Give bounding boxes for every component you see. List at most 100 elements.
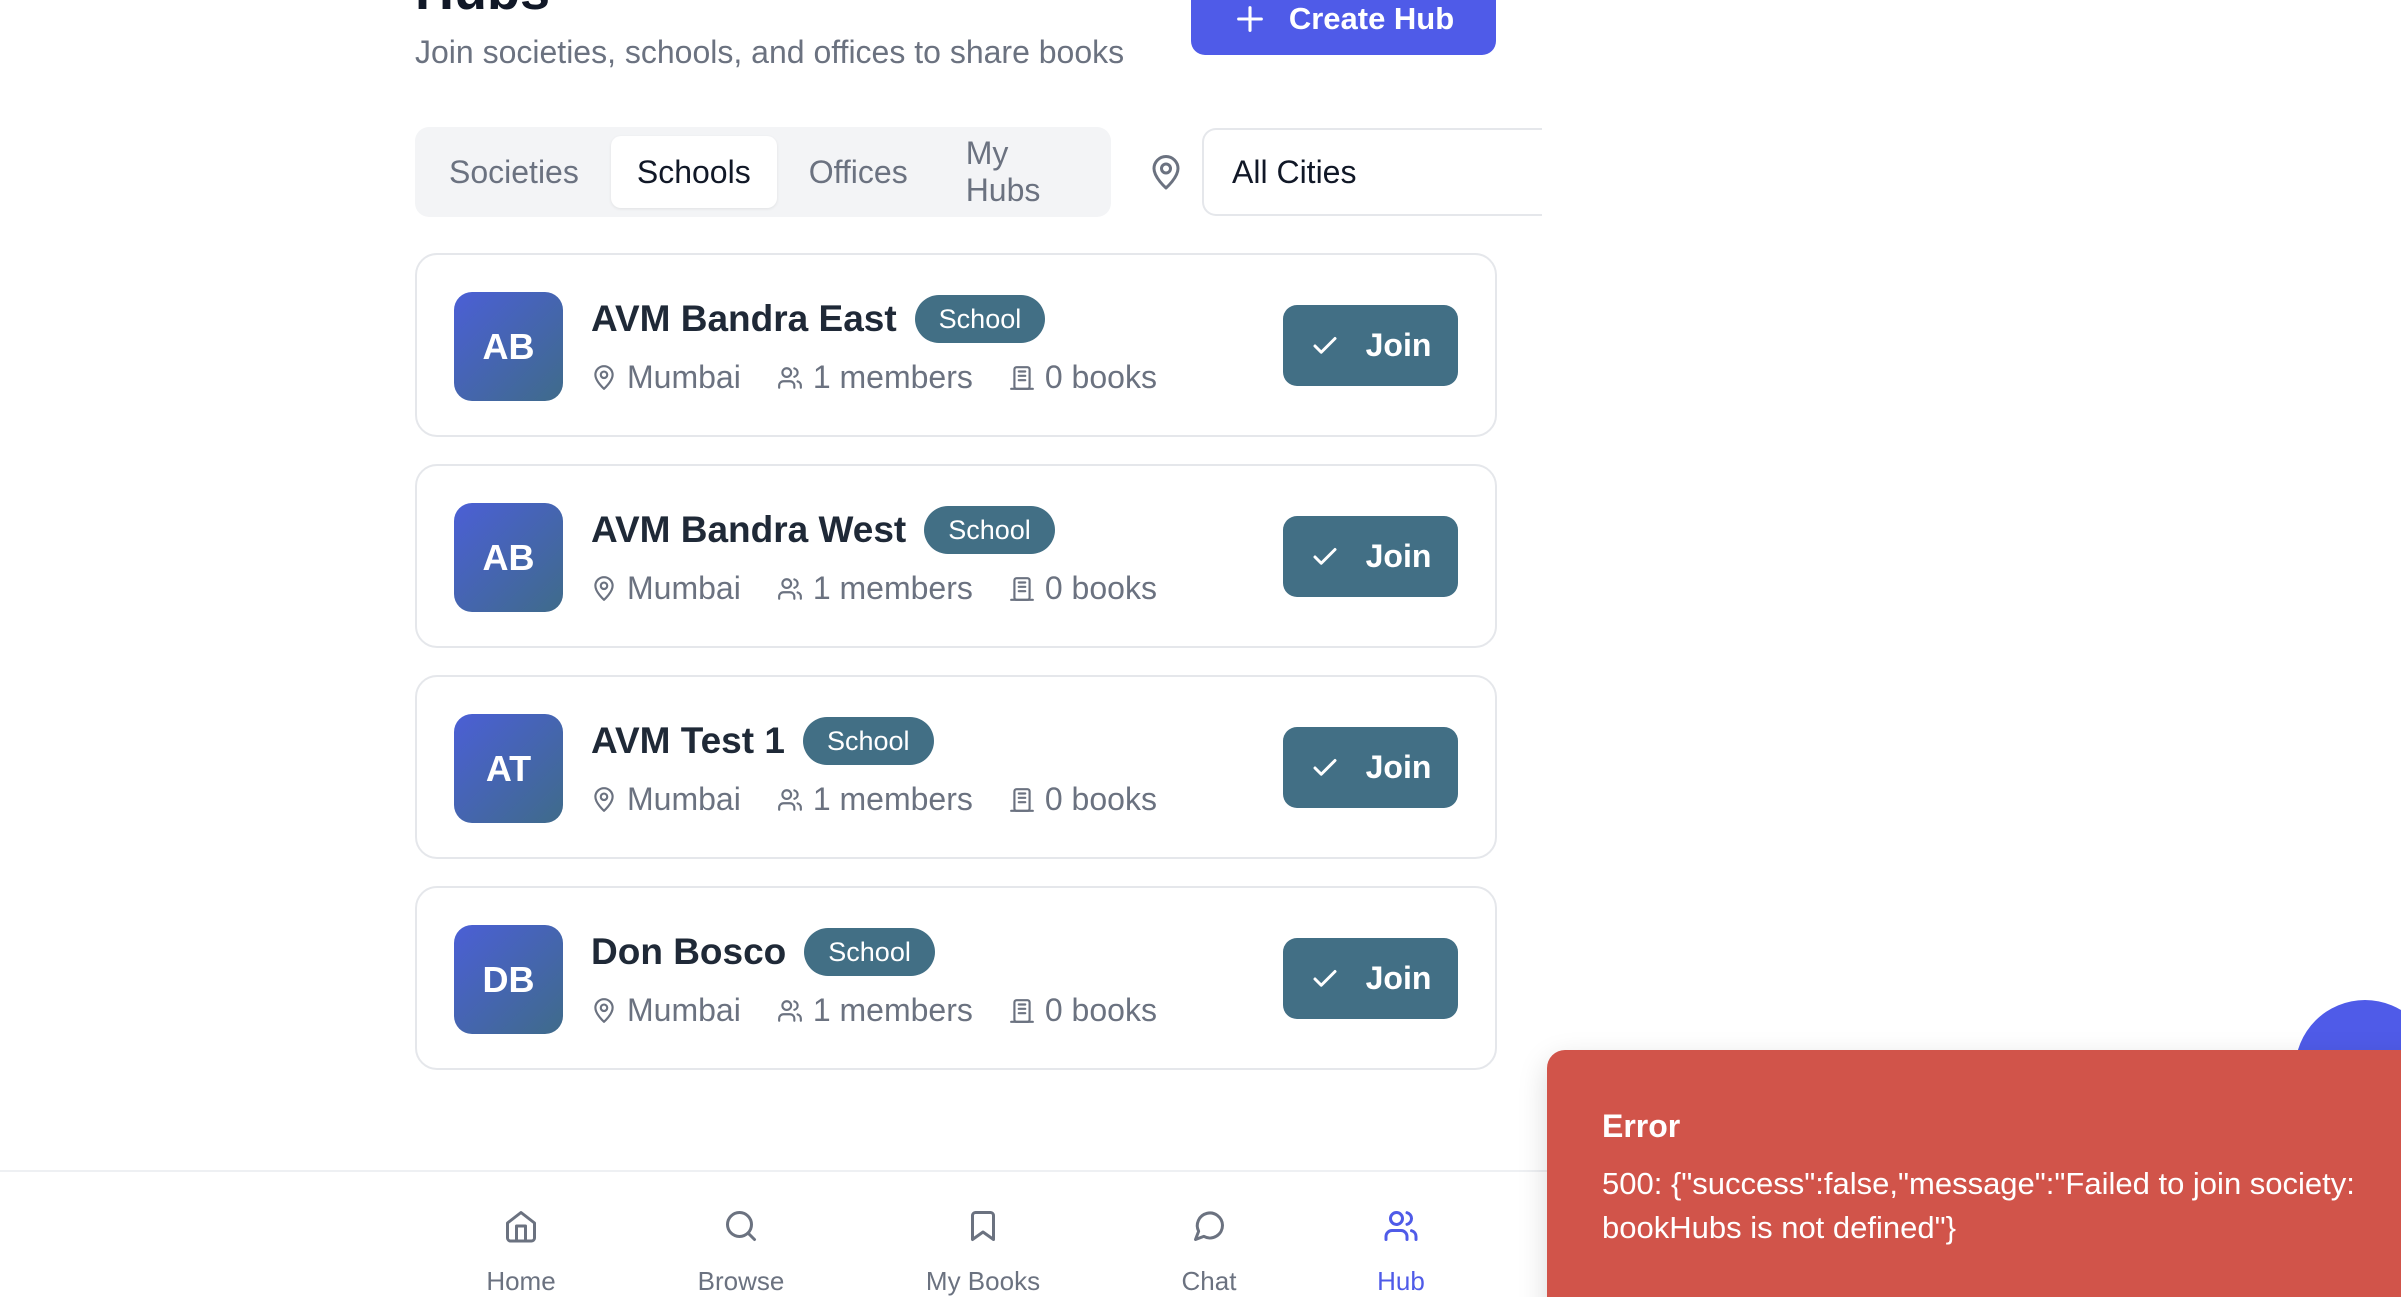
- hub-name: AVM Bandra East: [591, 298, 897, 339]
- join-button[interactable]: Join: [1283, 938, 1458, 1019]
- hub-books-label: 0 books: [1044, 359, 1157, 395]
- plus-icon: [1236, 6, 1263, 32]
- hub-members: 1 members: [777, 570, 973, 607]
- toast-title: Error: [1602, 1108, 1681, 1144]
- map-pin-icon: [594, 997, 614, 1023]
- hub-name-row: AVM Test 1 School: [591, 717, 934, 765]
- nav-chat-label: Chat: [1181, 1266, 1237, 1296]
- hub-city-label: Mumbai: [627, 359, 741, 395]
- hub-city: Mumbai: [591, 781, 741, 818]
- hub-books: 0 books: [1009, 570, 1157, 607]
- nav-home[interactable]: Home: [431, 1208, 611, 1297]
- users-icon: [777, 366, 802, 389]
- nav-chat[interactable]: Chat: [1119, 1208, 1299, 1297]
- hub-card: DB Don Bosco School Mumbai 1 members 0 b…: [415, 886, 1497, 1070]
- hub-members: 1 members: [777, 992, 973, 1029]
- check-icon: [1313, 336, 1337, 354]
- nav-my-books[interactable]: My Books: [893, 1208, 1073, 1297]
- users-icon: [777, 577, 802, 600]
- map-pin-icon: [1152, 155, 1180, 190]
- building-icon: [1009, 787, 1034, 812]
- hub-type-tabs: Societies Schools Offices My Hubs: [415, 127, 1111, 217]
- hub-members: 1 members: [777, 359, 973, 396]
- hub-books: 0 books: [1009, 992, 1157, 1029]
- join-button[interactable]: Join: [1283, 516, 1458, 597]
- create-hub-label: Create Hub: [1288, 1, 1455, 36]
- hub-avatar: AT: [454, 714, 563, 823]
- hub-card: AT AVM Test 1 School Mumbai 1 members 0 …: [415, 675, 1497, 859]
- nav-my-books-label: My Books: [925, 1266, 1041, 1296]
- city-filter-select[interactable]: All Cities: [1202, 128, 1542, 216]
- hub-books-label: 0 books: [1044, 570, 1157, 606]
- join-button[interactable]: Join: [1283, 305, 1458, 386]
- hub-city-label: Mumbai: [627, 781, 741, 817]
- nav-hub[interactable]: Hub: [1311, 1208, 1491, 1297]
- check-icon: [1313, 758, 1337, 776]
- nav-hub-label: Hub: [1377, 1266, 1425, 1296]
- users-icon: [777, 999, 802, 1022]
- users-icon: [1384, 1211, 1418, 1241]
- hub-city-label: Mumbai: [627, 992, 741, 1028]
- hub-name: AVM Bandra West: [591, 509, 907, 550]
- hub-type-badge: School: [924, 506, 1055, 554]
- hub-card: AB AVM Bandra East School Mumbai 1 membe…: [415, 253, 1497, 437]
- hub-books-label: 0 books: [1044, 992, 1157, 1028]
- hub-type-badge: School: [802, 717, 934, 765]
- hub-name-row: Don Bosco School: [591, 928, 935, 976]
- home-icon: [506, 1211, 536, 1243]
- map-pin-icon: [594, 364, 614, 390]
- hub-members-label: 1 members: [812, 992, 973, 1028]
- hub-avatar: DB: [454, 925, 563, 1034]
- hub-meta: Mumbai 1 members 0 books: [591, 570, 1193, 607]
- hub-name-row: AVM Bandra West School: [591, 506, 1055, 554]
- building-icon: [1009, 998, 1034, 1023]
- hub-members-label: 1 members: [812, 570, 973, 606]
- hub-city-label: Mumbai: [627, 570, 741, 606]
- hub-city: Mumbai: [591, 359, 741, 396]
- hub-name-row: AVM Bandra East School: [591, 295, 1046, 343]
- page-title: Hubs: [415, 0, 550, 18]
- check-icon: [1313, 547, 1337, 565]
- join-label: Join: [1365, 749, 1432, 785]
- map-pin-icon: [594, 786, 614, 812]
- hub-avatar: AB: [454, 292, 563, 401]
- join-label: Join: [1365, 538, 1432, 574]
- hub-type-badge: School: [804, 928, 935, 976]
- hub-type-badge: School: [914, 295, 1046, 343]
- create-hub-button[interactable]: Create Hub: [1191, 0, 1496, 55]
- page-subtitle: Join societies, schools, and offices to …: [415, 34, 1125, 70]
- tab-my-hubs[interactable]: My Hubs: [940, 135, 1103, 208]
- toast-message: 500: {"success":false,"message":"Failed …: [1602, 1166, 2355, 1245]
- chat-icon: [1194, 1211, 1225, 1241]
- hubs-page: Hubs Join societies, schools, and office…: [0, 0, 2401, 1297]
- bookmark-icon: [971, 1211, 995, 1241]
- hub-books: 0 books: [1009, 781, 1157, 818]
- hub-books-label: 0 books: [1044, 781, 1157, 817]
- hub-meta: Mumbai 1 members 0 books: [591, 992, 1193, 1029]
- hub-meta: Mumbai 1 members 0 books: [591, 359, 1193, 396]
- hub-card: AB AVM Bandra West School Mumbai 1 membe…: [415, 464, 1497, 648]
- nav-browse[interactable]: Browse: [651, 1208, 831, 1297]
- error-toast[interactable]: Error 500: {"success":false,"message":"F…: [1547, 1050, 2401, 1297]
- hub-list: AB AVM Bandra East School Mumbai 1 membe…: [415, 253, 1497, 1097]
- hub-members-label: 1 members: [812, 359, 973, 395]
- tab-societies[interactable]: Societies: [423, 136, 605, 208]
- hub-city: Mumbai: [591, 992, 741, 1029]
- hub-name: AVM Test 1: [591, 720, 785, 761]
- hub-books: 0 books: [1009, 359, 1157, 396]
- building-icon: [1009, 576, 1034, 601]
- map-pin-icon: [594, 575, 614, 601]
- tab-schools[interactable]: Schools: [610, 136, 777, 208]
- nav-browse-label: Browse: [697, 1266, 785, 1296]
- check-icon: [1313, 969, 1337, 987]
- join-button[interactable]: Join: [1283, 727, 1458, 808]
- tab-offices[interactable]: Offices: [783, 136, 934, 208]
- join-label: Join: [1365, 327, 1432, 363]
- hub-meta: Mumbai 1 members 0 books: [591, 781, 1193, 818]
- users-icon: [777, 788, 802, 811]
- hub-city: Mumbai: [591, 570, 741, 607]
- search-icon: [726, 1211, 756, 1241]
- building-icon: [1009, 365, 1034, 390]
- hub-members: 1 members: [777, 781, 973, 818]
- join-label: Join: [1365, 960, 1432, 996]
